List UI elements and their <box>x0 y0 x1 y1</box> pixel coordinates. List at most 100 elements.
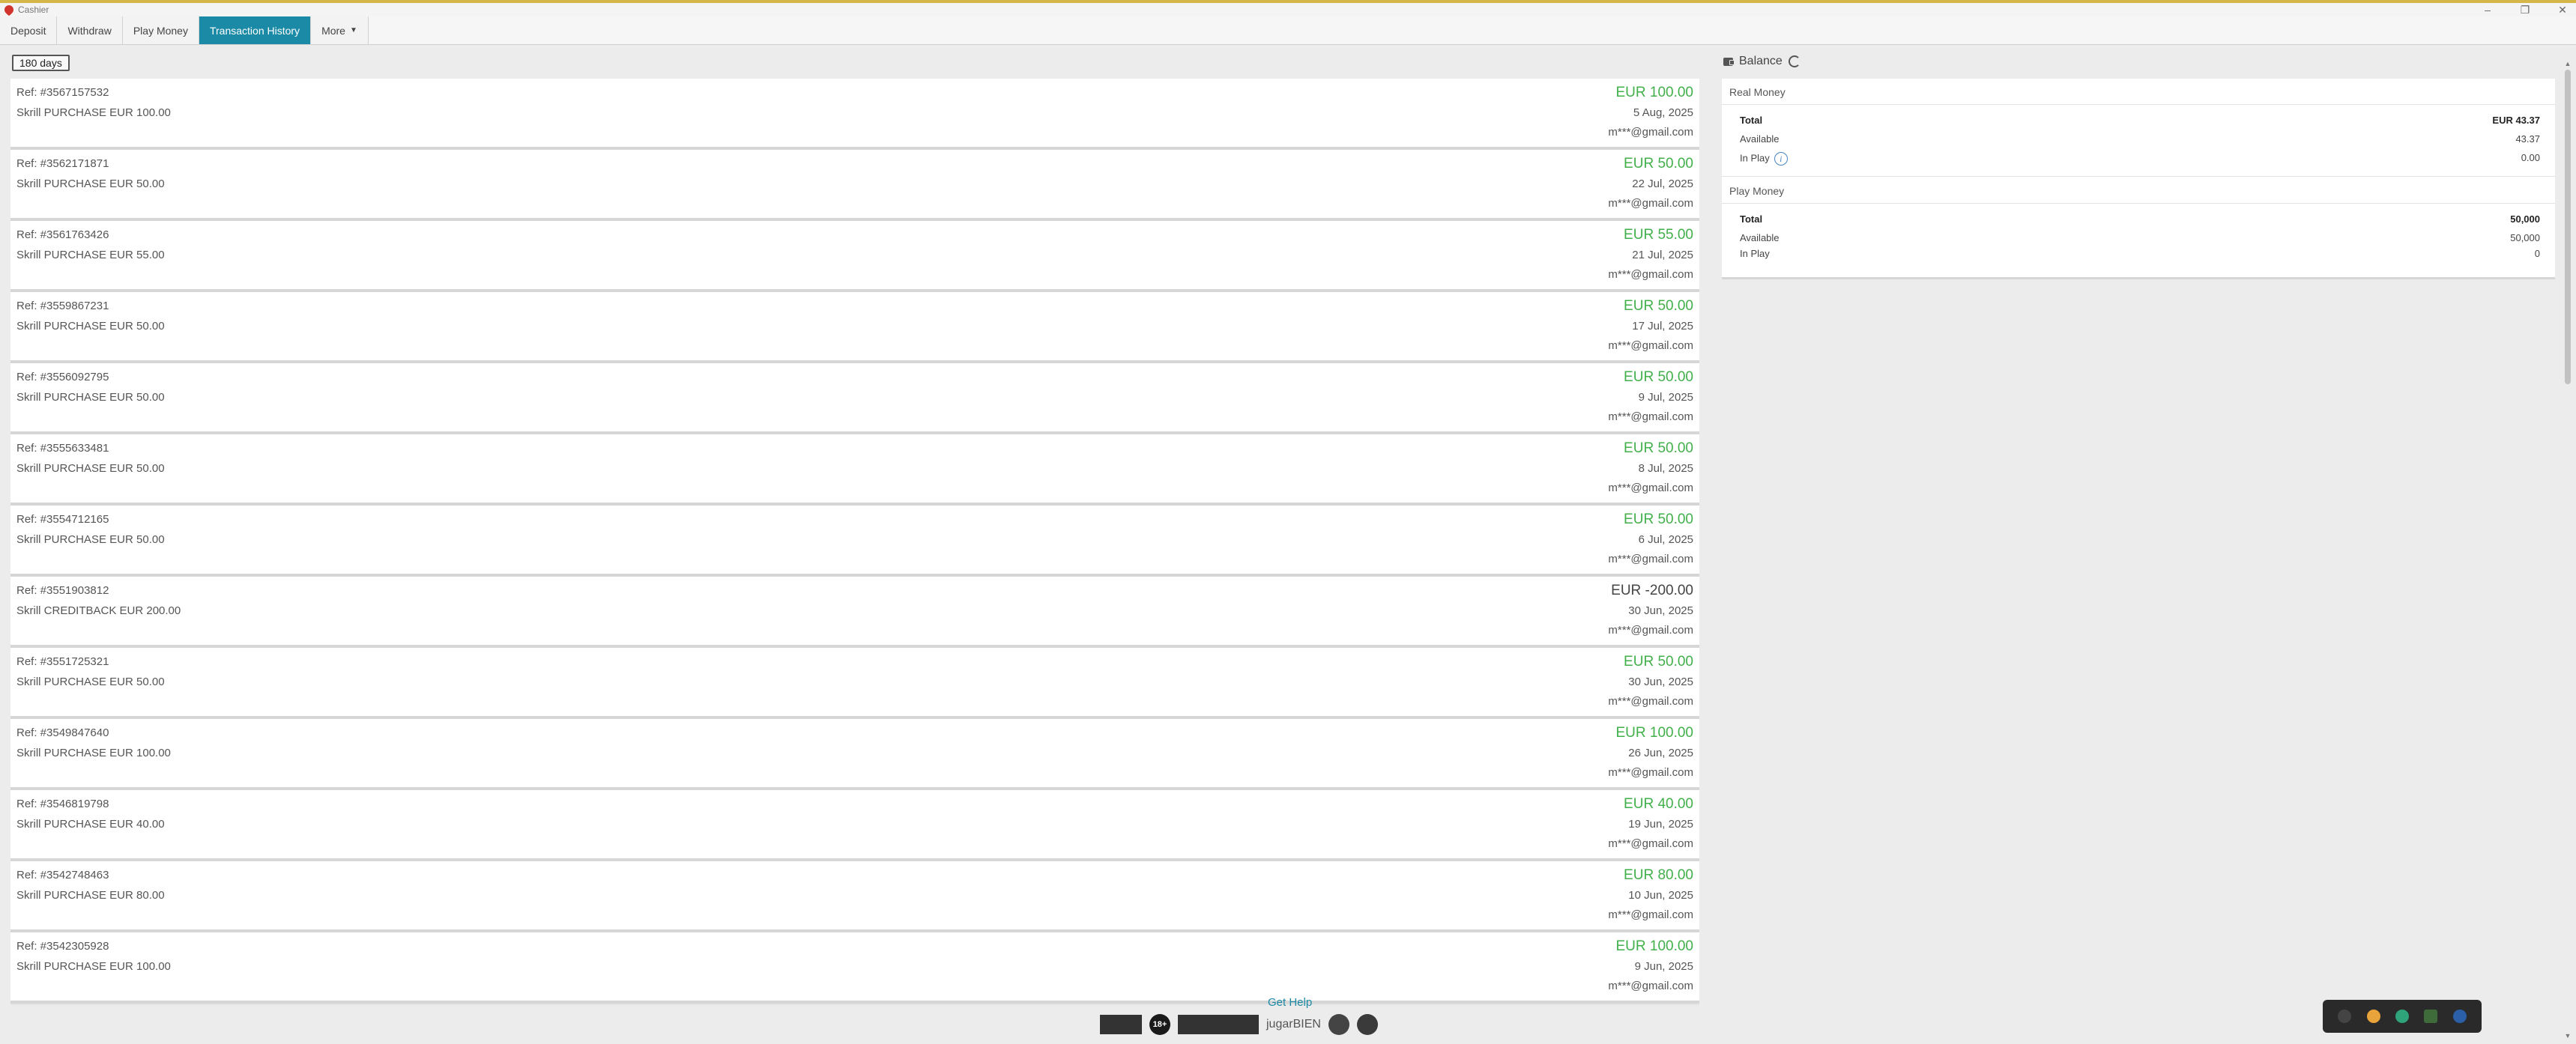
transaction-ref: Ref: #3561763426 <box>16 228 109 241</box>
tray-icon[interactable] <box>2338 1010 2352 1023</box>
scroll-up-icon[interactable]: ▲ <box>2563 59 2573 68</box>
tray-icon[interactable] <box>2452 1010 2467 1023</box>
tab-deposit[interactable]: Deposit <box>0 16 58 44</box>
transaction-row[interactable]: Ref: #3555633481 Skrill PURCHASE EUR 50.0… <box>10 434 1699 506</box>
transaction-email: m***@gmail.com <box>1608 553 1693 565</box>
transaction-ref: Ref: #3549847640 <box>16 726 109 739</box>
transaction-description: Skrill PURCHASE EUR 50.00 <box>16 391 165 404</box>
transaction-description: Skrill PURCHASE EUR 80.00 <box>16 889 165 902</box>
transaction-row[interactable]: Ref: #3554712165 Skrill PURCHASE EUR 50.0… <box>10 506 1699 577</box>
tray-icon[interactable] <box>2424 1010 2438 1023</box>
close-icon[interactable]: ✕ <box>2555 4 2570 16</box>
real-available-label: Available <box>1740 133 1780 145</box>
transaction-row[interactable]: Ref: #3567157532 Skrill PURCHASE EUR 100.… <box>10 79 1699 150</box>
transaction-email: m***@gmail.com <box>1608 908 1693 921</box>
age-restriction-badge[interactable]: 18+ <box>1149 1014 1170 1035</box>
real-inplay-label: In Play <box>1740 152 1770 164</box>
tray-icon[interactable] <box>2366 1010 2380 1023</box>
transaction-email: m***@gmail.com <box>1608 126 1693 139</box>
balance-panel: Real Money Total EUR 43.37 Available 43.… <box>1722 79 2555 279</box>
wallet-icon <box>1723 57 1735 66</box>
transaction-amount: EUR 100.00 <box>1615 938 1693 954</box>
tab-more[interactable]: More ▼ <box>311 16 369 44</box>
real-inplay-value: 0.00 <box>2521 152 2540 163</box>
transaction-date: 19 Jun, 2025 <box>1628 818 1693 831</box>
info-icon[interactable]: i <box>1774 152 1788 166</box>
transaction-row[interactable]: Ref: #3556092795 Skrill PURCHASE EUR 50.0… <box>10 363 1699 434</box>
restore-icon[interactable]: ❐ <box>2518 4 2533 16</box>
transaction-row[interactable]: Ref: #3546819798 Skrill PURCHASE EUR 40.0… <box>10 790 1699 861</box>
real-available-value: 43.37 <box>2515 133 2540 145</box>
regulator-logo[interactable] <box>1385 1015 1439 1034</box>
transaction-date: 9 Jun, 2025 <box>1634 960 1693 973</box>
transaction-amount: EUR 50.00 <box>1624 440 1693 456</box>
transaction-ref: Ref: #3542305928 <box>16 940 109 953</box>
get-help-link[interactable]: Get Help <box>1268 996 1312 1009</box>
transaction-amount: EUR 80.00 <box>1624 867 1693 883</box>
transaction-email: m***@gmail.com <box>1608 410 1693 423</box>
date-range-filter-button[interactable]: 180 days <box>12 55 70 71</box>
balance-title: Balance <box>1739 55 1783 67</box>
transaction-date: 30 Jun, 2025 <box>1628 604 1693 617</box>
transaction-description: Skrill PURCHASE EUR 100.00 <box>16 960 171 973</box>
transaction-ref: Ref: #3542748463 <box>16 869 109 881</box>
tray-icon[interactable] <box>2395 1010 2409 1023</box>
jugarbien-logo[interactable]: jugarBIEN <box>1266 1015 1321 1034</box>
transaction-amount: EUR 50.00 <box>1624 156 1693 172</box>
vertical-scrollbar[interactable]: ▲ ▼ <box>2563 59 2573 1040</box>
transaction-list[interactable]: Ref: #3567157532 Skrill PURCHASE EUR 100.… <box>10 79 1699 1038</box>
divider <box>1722 203 2555 204</box>
tab-label: Play Money <box>133 24 188 37</box>
minimize-icon[interactable]: – <box>2480 4 2495 16</box>
tab-label: Deposit <box>10 24 46 37</box>
regulator-logo[interactable] <box>1178 1015 1259 1034</box>
transaction-row[interactable]: Ref: #3559867231 Skrill PURCHASE EUR 50.0… <box>10 292 1699 363</box>
play-total-value: 50,000 <box>2510 213 2540 225</box>
transaction-ref: Ref: #3562171871 <box>16 157 109 170</box>
scroll-thumb[interactable] <box>2565 70 2571 384</box>
balance-header: Balance <box>1723 55 1801 68</box>
scroll-down-icon[interactable]: ▼ <box>2563 1031 2573 1040</box>
transaction-email: m***@gmail.com <box>1608 268 1693 281</box>
transaction-email: m***@gmail.com <box>1608 339 1693 352</box>
transaction-date: 17 Jul, 2025 <box>1632 320 1693 333</box>
transaction-row[interactable]: Ref: #3561763426 Skrill PURCHASE EUR 55.0… <box>10 221 1699 292</box>
transaction-row[interactable]: Ref: #3542305928 Skrill PURCHASE EUR 100.… <box>10 932 1699 1004</box>
transaction-row[interactable]: Ref: #3562171871 Skrill PURCHASE EUR 50.0… <box>10 150 1699 221</box>
transaction-date: 10 Jun, 2025 <box>1628 889 1693 902</box>
regulator-logo[interactable] <box>1100 1015 1142 1034</box>
transaction-row[interactable]: Ref: #3549847640 Skrill PURCHASE EUR 100.… <box>10 719 1699 790</box>
real-inplay-row: In Play i 0.00 <box>1740 152 2540 166</box>
transaction-description: Skrill PURCHASE EUR 100.00 <box>16 747 171 759</box>
play-total-row: Total 50,000 <box>1740 213 2540 225</box>
transaction-row[interactable]: Ref: #3551903812 Skrill CREDITBACK EUR 20… <box>10 577 1699 648</box>
real-money-heading: Real Money <box>1729 86 1786 98</box>
window-controls: – ❐ ✕ <box>2480 3 2570 16</box>
transaction-amount: EUR 50.00 <box>1624 654 1693 670</box>
transaction-amount: EUR 50.00 <box>1624 512 1693 527</box>
transaction-amount: EUR 100.00 <box>1615 85 1693 100</box>
transaction-description: Skrill PURCHASE EUR 50.00 <box>16 177 165 190</box>
tab-transaction-history[interactable]: Transaction History <box>199 16 312 44</box>
transaction-ref: Ref: #3567157532 <box>16 86 109 99</box>
filter-label: 180 days <box>19 57 62 69</box>
transaction-email: m***@gmail.com <box>1608 837 1693 850</box>
helpline-logo[interactable] <box>1328 1014 1349 1035</box>
transaction-description: Skrill CREDITBACK EUR 200.00 <box>16 604 181 617</box>
transaction-ref: Ref: #3556092795 <box>16 371 109 383</box>
globe-logo[interactable] <box>1356 1014 1378 1035</box>
transaction-date: 9 Jul, 2025 <box>1638 391 1693 404</box>
play-inplay-row: In Play 0 <box>1740 248 2540 259</box>
transaction-amount: EUR 50.00 <box>1624 369 1693 385</box>
tab-label: Withdraw <box>67 24 112 37</box>
play-available-label: Available <box>1740 232 1780 243</box>
tab-play-money[interactable]: Play Money <box>122 16 199 44</box>
transaction-date: 8 Jul, 2025 <box>1638 462 1693 475</box>
refresh-icon[interactable] <box>1788 55 1801 67</box>
transaction-row[interactable]: Ref: #3551725321 Skrill PURCHASE EUR 50.0… <box>10 648 1699 719</box>
real-total-row: Total EUR 43.37 <box>1740 115 2540 126</box>
tab-withdraw[interactable]: Withdraw <box>57 16 123 44</box>
caret-down-icon: ▼ <box>349 26 357 34</box>
transaction-date: 21 Jul, 2025 <box>1632 249 1693 261</box>
transaction-row[interactable]: Ref: #3542748463 Skrill PURCHASE EUR 80.0… <box>10 861 1699 932</box>
